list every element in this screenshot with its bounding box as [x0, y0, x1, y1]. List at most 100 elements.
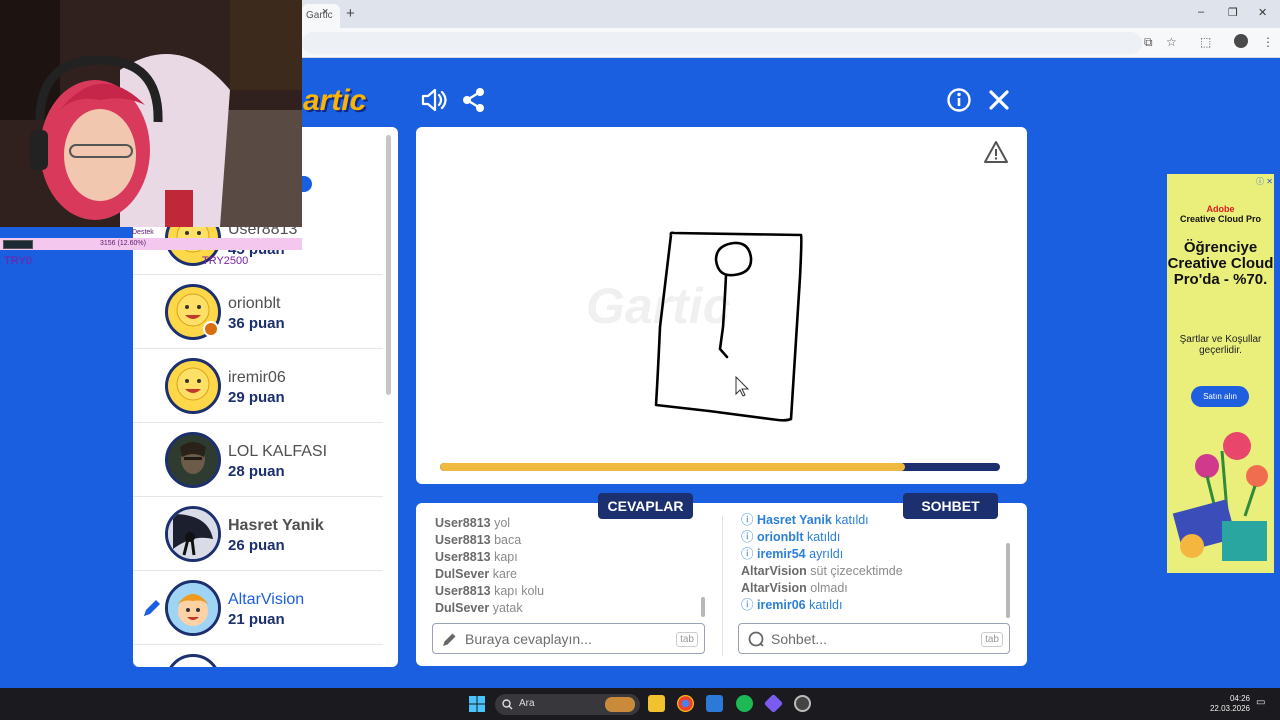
minimize-button[interactable]: ‒: [1198, 6, 1204, 18]
list-item: User8813 kapı kolu: [435, 584, 545, 598]
list-item: ⓘ orionblt katıldı: [741, 530, 841, 544]
donation-target: TRY2500: [202, 255, 249, 267]
timer-bar-fill: [440, 463, 905, 471]
windows-start-icon[interactable]: [469, 696, 485, 712]
player-row[interactable]: Hasret Yanik 26 puan: [133, 497, 383, 571]
player-name: iremir06: [228, 369, 286, 386]
ad-illustration: [1172, 432, 1268, 561]
list-item: DulSever kare: [435, 567, 518, 581]
notification-icon[interactable]: ▭: [1256, 697, 1265, 708]
drawing-canvas[interactable]: Gartic: [416, 127, 1027, 484]
taskbar-search[interactable]: Ara: [495, 694, 640, 715]
player-score: 26 puan: [228, 537, 285, 554]
donation-progress: [3, 240, 33, 249]
player-name: orionblt: [228, 295, 281, 312]
file-explorer-icon[interactable]: [648, 695, 665, 712]
player-name: AltarVision: [228, 591, 305, 608]
avatar: [165, 580, 221, 636]
ad-terms: Şartlar ve Koşullar geçerlidir.: [1179, 334, 1262, 356]
webcam-overlay: [0, 0, 302, 227]
list-item: ⓘ iremir54 ayrıldı: [741, 547, 844, 561]
player-name: Hasret Yanik: [228, 517, 324, 534]
pencil-icon: [443, 633, 456, 646]
list-item: DulSever yatak: [435, 601, 523, 615]
app-icon[interactable]: [706, 695, 723, 712]
ad-buy-button[interactable]: Satın alın: [1191, 386, 1249, 407]
chrome-icon[interactable]: [677, 695, 694, 712]
app-icon[interactable]: [763, 693, 784, 714]
advertisement[interactable]: ⓘ ✕ Adobe Creative Cloud Pro Öğrenciye C…: [1167, 174, 1274, 573]
close-icon[interactable]: [985, 86, 1013, 114]
donation-label: Destek: [132, 229, 154, 236]
list-item: AltarVision olmadı: [741, 581, 848, 595]
tab-hint: tab: [981, 632, 1003, 647]
chat-list: ⓘ Hasret Yanik katıldı ⓘ orionblt katıld…: [741, 512, 903, 614]
player-list-scrollbar[interactable]: [386, 135, 391, 395]
chat-field[interactable]: tab: [738, 623, 1010, 654]
browser-tab[interactable]: Gartic: [302, 4, 340, 28]
player-name: LOL KALFASI: [228, 443, 328, 460]
tab-close-icon[interactable]: ×: [322, 6, 328, 18]
list-item: ⓘ iremir06 katıldı: [741, 598, 843, 612]
pencil-icon: [144, 600, 160, 616]
taskbar-clock[interactable]: 04:26 22.03.2026: [1208, 694, 1250, 714]
donation-goal-bar: Destek 3156 (12.60%): [0, 229, 302, 250]
player-score: 21 puan: [228, 611, 285, 628]
chat-bubble-icon: [748, 631, 764, 647]
list-item: User8813 kapı: [435, 550, 518, 564]
window-close-button[interactable]: ✕: [1258, 6, 1267, 19]
donation-progress-text: 3156 (12.60%): [100, 240, 146, 247]
list-item: User8813 yol: [435, 516, 511, 530]
answers-scrollbar[interactable]: [701, 597, 705, 617]
sound-icon[interactable]: [420, 86, 448, 114]
new-tab-button[interactable]: +: [346, 5, 355, 22]
restore-button[interactable]: ❐: [1228, 6, 1238, 19]
player-row-drawer[interactable]: AltarVision 21 puan: [133, 571, 383, 645]
player-row[interactable]: iremir06 29 puan: [133, 349, 383, 423]
answer-field[interactable]: tab: [432, 623, 705, 654]
search-highlight-icon: [605, 697, 635, 712]
player-row[interactable]: orionblt 36 puan: [133, 275, 383, 349]
avatar: [165, 358, 221, 414]
list-item: AltarVision süt çizecektimde: [741, 564, 903, 578]
player-row[interactable]: LOL KALFASI 28 puan: [133, 423, 383, 497]
chat-scrollbar[interactable]: [1006, 543, 1010, 618]
extensions-icon[interactable]: ⬚: [1200, 35, 1211, 49]
ad-info-icon[interactable]: ⓘ ✕: [1256, 176, 1273, 187]
chat-input[interactable]: [771, 631, 981, 647]
url-field[interactable]: [302, 32, 1142, 54]
avatar: [165, 432, 221, 488]
search-icon: [502, 699, 513, 710]
timer-bar: [440, 463, 1000, 471]
ad-brand: Adobe Creative Cloud Pro: [1179, 204, 1262, 224]
search-label: Ara: [519, 698, 535, 709]
menu-dots-icon[interactable]: ⋮: [1262, 35, 1274, 49]
list-item: User8813 baca: [435, 533, 522, 547]
profile-avatar[interactable]: [1234, 34, 1248, 48]
list-item: ⓘ Hasret Yanik katıldı: [741, 513, 869, 527]
avatar: [165, 506, 221, 562]
player-score: 28 puan: [228, 463, 285, 480]
tab-hint: tab: [676, 632, 698, 647]
tab-chat[interactable]: SOHBET: [903, 493, 998, 519]
streamer-camera-image: [0, 0, 302, 227]
bookmark-star-icon[interactable]: ☆: [1166, 35, 1177, 49]
panel-divider: [722, 516, 723, 656]
avatar: [165, 654, 221, 667]
info-icon[interactable]: [945, 86, 973, 114]
obs-icon[interactable]: [794, 695, 811, 712]
player-score: 36 puan: [228, 315, 285, 332]
answers-list: User8813 yol User8813 baca User8813 kapı…: [435, 515, 544, 617]
share-icon[interactable]: [460, 86, 488, 114]
tab-answers[interactable]: CEVAPLAR: [598, 493, 693, 519]
windows-taskbar: Ara 04:26 22.03.2026 ▭: [0, 688, 1280, 720]
status-badge: [203, 321, 219, 337]
answer-input[interactable]: [465, 631, 675, 647]
install-icon[interactable]: ⧉: [1144, 35, 1153, 50]
player-score: 29 puan: [228, 389, 285, 406]
player-row[interactable]: [133, 645, 383, 667]
drawing-strokes: [654, 231, 803, 422]
game-logo: artic: [303, 84, 367, 117]
ad-headline: Öğrenciye Creative Cloud Pro'da - %70.: [1167, 239, 1274, 288]
spotify-icon[interactable]: [736, 695, 753, 712]
